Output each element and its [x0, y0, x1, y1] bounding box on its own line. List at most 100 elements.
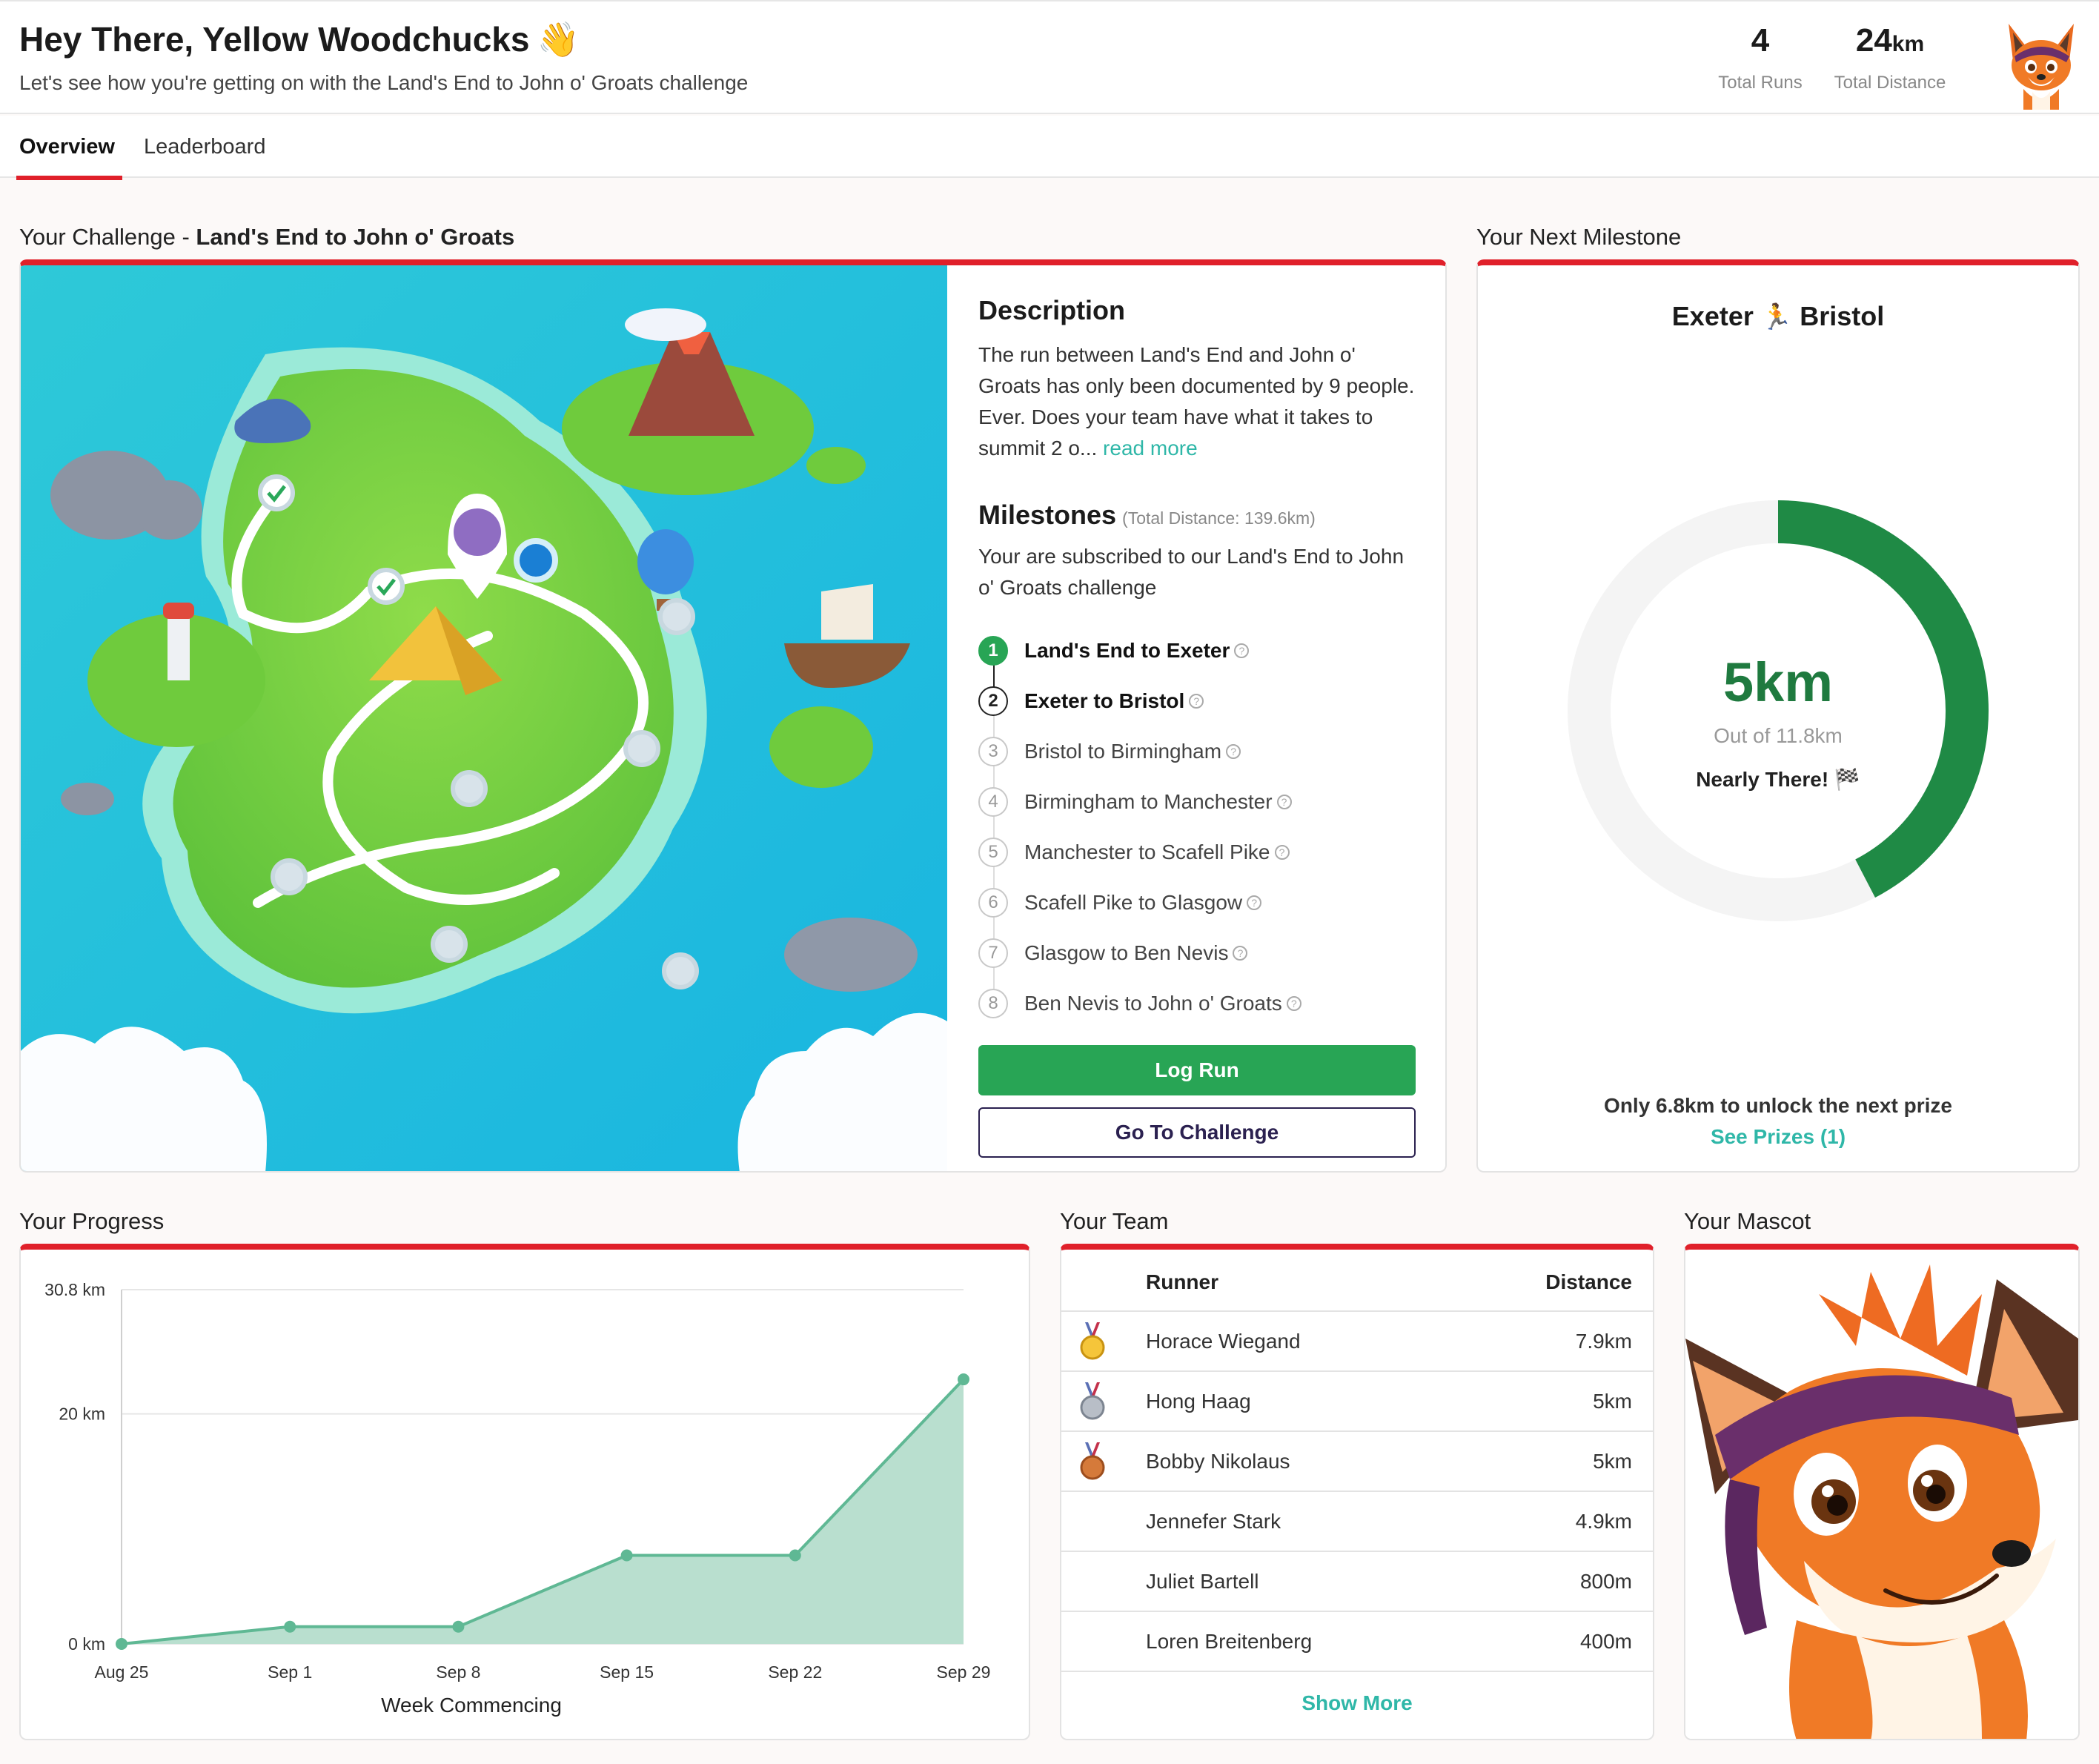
x-tick-label: Sep 8: [436, 1662, 480, 1682]
help-icon[interactable]: ?: [1274, 845, 1290, 860]
milestone-number: 4: [978, 787, 1008, 817]
total-distance-number: 24: [1855, 22, 1892, 59]
runner-name: Hong Haag: [1146, 1390, 1251, 1413]
chart-data-point: [284, 1620, 296, 1633]
runner-name: Jennefer Stark: [1146, 1510, 1281, 1533]
show-more-button[interactable]: Show More: [1061, 1691, 1653, 1715]
runner-distance: 800m: [1579, 1570, 1632, 1593]
progress-section-title: Your Progress: [19, 1208, 165, 1234]
milestone-number: 6: [978, 888, 1008, 918]
milestone-number: 5: [978, 838, 1008, 867]
challenge-title-prefix: Your Challenge -: [19, 224, 196, 250]
y-tick-label: 30.8 km: [44, 1280, 105, 1299]
milestone-item[interactable]: 4 Birmingham to Manchester?: [978, 777, 1416, 827]
help-icon[interactable]: ?: [1189, 694, 1204, 709]
chart-data-point: [789, 1549, 801, 1562]
fox-mascot-icon: [1685, 1250, 2078, 1739]
milestone-item[interactable]: 5 Manchester to Scafell Pike?: [978, 827, 1416, 878]
milestone-list: 1 Land's End to Exeter? 2 Exeter to Bristo…: [978, 626, 1416, 1029]
x-tick-label: Sep 1: [268, 1662, 312, 1682]
runner-name: Juliet Bartell: [1146, 1570, 1259, 1593]
total-runs-stat: 4 Total Runs: [1705, 22, 1816, 93]
progress-status: Nearly There! 🏁: [1696, 768, 1860, 791]
chart-data-point: [452, 1620, 465, 1633]
milestone-number: 7: [978, 938, 1008, 968]
milestone-item[interactable]: 7 Glasgow to Ben Nevis?: [978, 928, 1416, 978]
milestones-heading: Milestones (Total Distance: 139.6km): [978, 500, 1416, 531]
team-card: Runner Distance Horace Wiegand 7.9km Hong …: [1060, 1244, 1654, 1740]
table-row: Bobby Nikolaus 5km: [1061, 1432, 1653, 1492]
runner-distance: 7.9km: [1575, 1330, 1632, 1353]
progress-area-chart: 0 km 20 km 30.8 km Aug 25 Sep 1 Sep 8 Sep 15 Se…: [44, 1280, 991, 1717]
go-to-challenge-button[interactable]: Go To Challenge: [978, 1107, 1416, 1158]
milestone-item[interactable]: 6 Scafell Pike to Glasgow?: [978, 878, 1416, 928]
runner-distance: 5km: [1593, 1390, 1632, 1413]
mascot-section-title: Your Mascot: [1684, 1208, 1811, 1234]
milestone-number: 2: [978, 686, 1008, 716]
x-tick-label: Sep 29: [937, 1662, 991, 1682]
read-more-link[interactable]: read more: [1103, 437, 1198, 460]
runner-distance: 4.9km: [1575, 1510, 1632, 1533]
runner-name: Bobby Nikolaus: [1146, 1450, 1290, 1473]
help-icon[interactable]: ?: [1233, 946, 1248, 961]
prize-note: Only 6.8km to unlock the next prize: [1604, 1094, 1952, 1117]
y-tick-label: 20 km: [59, 1405, 105, 1424]
milestone-label: Ben Nevis to John o' Groats: [1024, 992, 1282, 1015]
tab-overview[interactable]: Overview: [16, 135, 122, 180]
milestone-from: Exeter: [1671, 301, 1754, 331]
progress-card: 0 km 20 km 30.8 km Aug 25 Sep 1 Sep 8 Sep 15 Se…: [19, 1244, 1030, 1740]
wave-icon: 👋: [537, 20, 580, 59]
help-icon[interactable]: ?: [1286, 996, 1301, 1011]
challenge-info: Description The run between Land's End a…: [978, 295, 1416, 1029]
see-prizes-link[interactable]: See Prizes (1): [1478, 1125, 2078, 1149]
total-runs-label: Total Runs: [1718, 73, 1803, 93]
bronze-medal-icon: [1080, 1442, 1105, 1480]
milestone-to: Bristol: [1800, 301, 1885, 331]
chart-data-point: [620, 1549, 633, 1562]
challenge-section-title: Your Challenge - Land's End to John o' G…: [19, 224, 514, 251]
milestone-label: Bristol to Birmingham: [1024, 740, 1222, 763]
table-row: Horace Wiegand 7.9km: [1061, 1312, 1653, 1372]
milestone-label: Scafell Pike to Glasgow: [1024, 891, 1243, 914]
progress-ring-center: 5km Out of 11.8km Nearly There! 🏁: [1567, 651, 1989, 792]
help-icon[interactable]: ?: [1276, 795, 1292, 809]
milestone-label: Birmingham to Manchester: [1024, 790, 1273, 813]
progress-out-of: Out of 11.8km: [1714, 724, 1843, 747]
milestone-item[interactable]: 8 Ben Nevis to John o' Groats?: [978, 978, 1416, 1029]
milestone-number: 8: [978, 989, 1008, 1018]
runner-distance: 400m: [1579, 1630, 1632, 1653]
milestone-item[interactable]: 1 Land's End to Exeter?: [978, 626, 1416, 676]
description-heading: Description: [978, 295, 1126, 325]
fox-avatar-icon[interactable]: [1998, 18, 2084, 110]
help-icon[interactable]: ?: [1226, 744, 1241, 759]
description-text: The run between Land's End and John o' G…: [978, 339, 1416, 464]
milestones-total-distance: (Total Distance: 139.6km): [1122, 508, 1316, 528]
x-tick-label: Sep 15: [600, 1662, 654, 1682]
milestone-item[interactable]: 2 Exeter to Bristol?: [978, 676, 1416, 726]
runner-icon: 🏃: [1760, 303, 1793, 331]
milestone-label: Manchester to Scafell Pike: [1024, 840, 1270, 863]
total-runs-value: 4: [1751, 22, 1770, 59]
x-axis-label: Week Commencing: [381, 1694, 562, 1717]
page-header: Hey There, Yellow Woodchucks 👋 Let's see …: [0, 0, 2099, 114]
milestone-item[interactable]: 3 Bristol to Birmingham?: [978, 726, 1416, 777]
next-milestone-section-title: Your Next Milestone: [1476, 224, 1682, 250]
table-row: Loren Breitenberg 400m: [1061, 1612, 1653, 1672]
runner-distance: 5km: [1593, 1450, 1632, 1473]
challenge-card: Description The run between Land's End a…: [19, 259, 1447, 1173]
milestone-number: 1: [978, 636, 1008, 666]
table-row: Hong Haag 5km: [1061, 1372, 1653, 1432]
tab-bar: Overview Leaderboard: [0, 116, 2099, 180]
challenge-title-name: Land's End to John o' Groats: [196, 224, 515, 250]
help-icon[interactable]: ?: [1247, 895, 1262, 910]
island-map-illustration[interactable]: [21, 265, 947, 1173]
y-tick-label: 0 km: [68, 1634, 105, 1654]
milestone-label: Exeter to Bristol: [1024, 689, 1185, 712]
help-icon[interactable]: ?: [1234, 643, 1250, 658]
runner-name: Horace Wiegand: [1146, 1330, 1301, 1353]
log-run-button[interactable]: Log Run: [978, 1045, 1416, 1095]
gold-medal-icon: [1080, 1322, 1105, 1360]
milestone-number: 3: [978, 737, 1008, 766]
team-table-header: Runner Distance: [1061, 1250, 1653, 1312]
tab-leaderboard[interactable]: Leaderboard: [144, 135, 265, 176]
